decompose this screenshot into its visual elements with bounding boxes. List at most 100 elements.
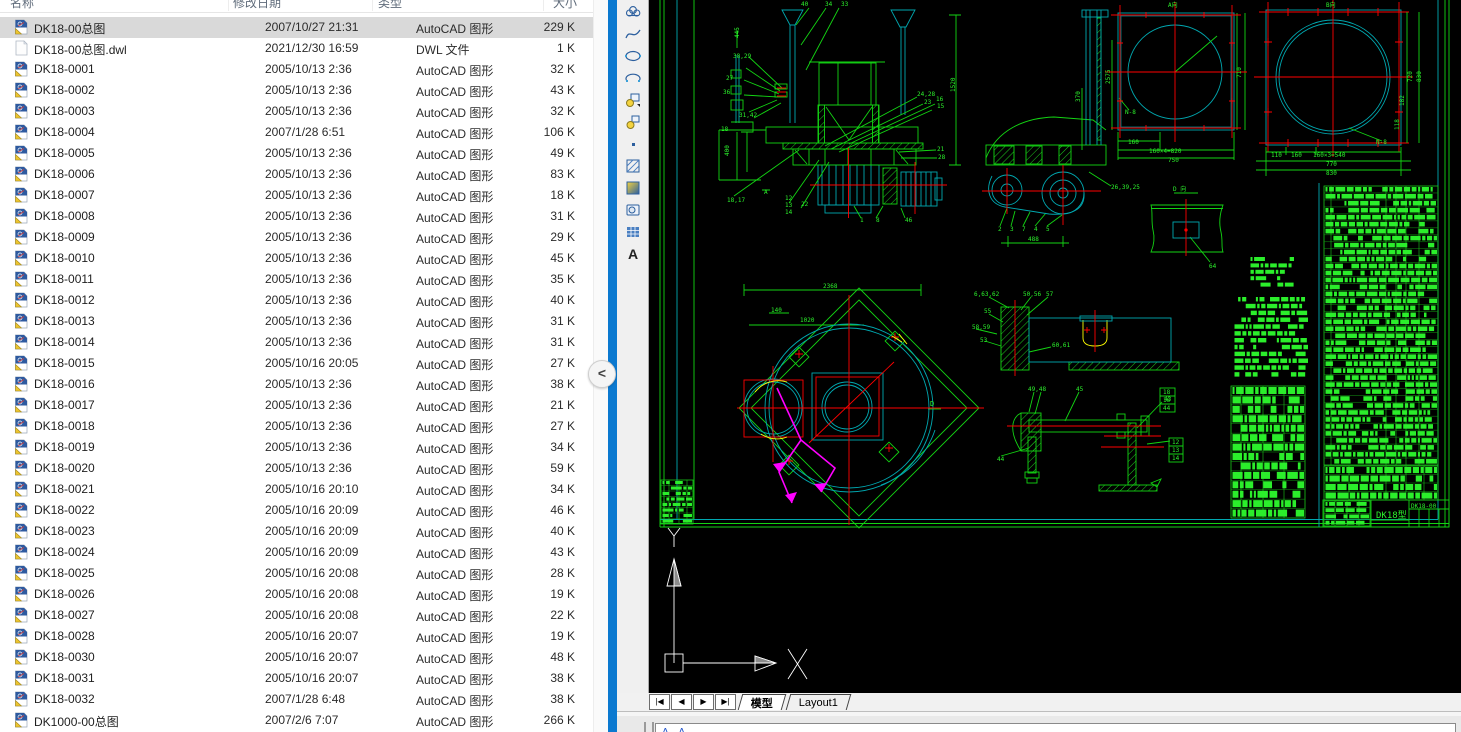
revision-cloud-button[interactable] — [620, 1, 646, 22]
file-row[interactable]: DK18-0018 2005/10/13 2:36 AutoCAD 图形 27 K — [0, 416, 593, 437]
file-date: 2005/10/13 2:36 — [265, 188, 352, 202]
ellipse-button[interactable] — [620, 45, 646, 66]
file-row[interactable]: DK18-0002 2005/10/13 2:36 AutoCAD 图形 43 K — [0, 80, 593, 101]
tab-nav-button-1[interactable]: ◀ — [671, 694, 692, 710]
shaft-detail — [1000, 387, 1184, 492]
svg-text:18,17: 18,17 — [727, 197, 745, 204]
file-name: DK18-0011 — [34, 272, 94, 286]
file-row[interactable]: DK18-0011 2005/10/13 2:36 AutoCAD 图形 35 K — [0, 269, 593, 290]
file-row[interactable]: DK18-0020 2005/10/13 2:36 AutoCAD 图形 59 K — [0, 458, 593, 479]
file-row[interactable]: DK18-0005 2005/10/13 2:36 AutoCAD 图形 49 K — [0, 143, 593, 164]
file-row[interactable]: DK18-0007 2005/10/13 2:36 AutoCAD 图形 18 K — [0, 185, 593, 206]
column-header-1[interactable]: 修改日期 — [233, 0, 281, 11]
file-row[interactable]: DK18-0012 2005/10/13 2:36 AutoCAD 图形 40 K — [0, 290, 593, 311]
file-row[interactable]: DK18-0027 2005/10/16 20:08 AutoCAD 图形 22 K — [0, 605, 593, 626]
file-icon — [13, 40, 29, 56]
file-name: DK18-0015 — [34, 356, 95, 370]
dwg-file-icon — [13, 166, 29, 182]
file-row[interactable]: DK18-0010 2005/10/13 2:36 AutoCAD 图形 45 K — [0, 248, 593, 269]
file-row[interactable]: DK18-0006 2005/10/13 2:36 AutoCAD 图形 83 K — [0, 164, 593, 185]
file-type: AutoCAD 图形 — [416, 64, 494, 78]
file-row[interactable]: DK18-0015 2005/10/16 20:05 AutoCAD 图形 27 K — [0, 353, 593, 374]
file-row[interactable]: DK18-0017 2005/10/13 2:36 AutoCAD 图形 21 K — [0, 395, 593, 416]
file-row[interactable]: DK18-0004 2007/1/28 6:51 AutoCAD 图形 106 K — [0, 122, 593, 143]
svg-text:14: 14 — [1172, 455, 1180, 462]
gradient-button[interactable] — [620, 177, 646, 198]
file-row[interactable]: DK18-0023 2005/10/16 20:09 AutoCAD 图形 40 K — [0, 521, 593, 542]
point-button[interactable] — [620, 133, 646, 154]
file-row[interactable]: DK18-0032 2007/1/28 6:48 AutoCAD 图形 38 K — [0, 689, 593, 710]
file-row[interactable]: DK18-0025 2005/10/16 20:08 AutoCAD 图形 28 K — [0, 563, 593, 584]
column-separator[interactable] — [228, 0, 229, 11]
tab-nav-button-2[interactable]: ▶ — [693, 694, 714, 710]
svg-text:22: 22 — [801, 201, 809, 208]
dwg-file-icon — [13, 82, 29, 98]
table-button[interactable] — [620, 221, 646, 242]
file-date: 2007/10/27 21:31 — [265, 20, 359, 34]
file-row[interactable]: DK18-0008 2005/10/13 2:36 AutoCAD 图形 31 K — [0, 206, 593, 227]
file-size: 40 K — [550, 293, 575, 307]
file-name: DK1000-00总图 — [34, 715, 119, 729]
insert-block-button[interactable] — [620, 89, 646, 110]
table-icon — [624, 223, 642, 241]
svg-text:64: 64 — [1209, 263, 1217, 270]
tab-layout1[interactable]: Layout1 — [785, 694, 852, 710]
file-name: DK18-0025 — [34, 566, 95, 580]
file-row[interactable]: DK18-0026 2005/10/16 20:08 AutoCAD 图形 19 K — [0, 584, 593, 605]
column-separator[interactable] — [543, 0, 544, 11]
file-row[interactable]: DK18-0028 2005/10/16 20:07 AutoCAD 图形 19 K — [0, 626, 593, 647]
file-date: 2005/10/13 2:36 — [265, 104, 352, 118]
drawing-canvas[interactable]: 40 34 33 445 1520 38,29 27 36 31,42 18 400 18,17 12 1… — [649, 0, 1461, 693]
svg-text:21: 21 — [937, 146, 945, 153]
file-size: 83 K — [550, 167, 575, 181]
command-input[interactable]: A A — [655, 723, 1456, 732]
file-row[interactable]: DK18-0013 2005/10/13 2:36 AutoCAD 图形 31 K — [0, 311, 593, 332]
dwg-file-icon — [13, 418, 29, 434]
file-size: 34 K — [550, 440, 575, 454]
file-row[interactable]: DK18-0019 2005/10/13 2:36 AutoCAD 图形 34 K — [0, 437, 593, 458]
file-date: 2005/10/16 20:08 — [265, 608, 359, 622]
file-date: 2005/10/16 20:08 — [265, 566, 359, 580]
file-row[interactable]: DK18-0030 2005/10/16 20:07 AutoCAD 图形 48 K — [0, 647, 593, 668]
region-icon — [624, 201, 642, 219]
file-name: DK18-0019 — [34, 440, 95, 454]
tab-nav-button-0[interactable]: |◀ — [649, 694, 670, 710]
column-header-3[interactable]: 大小 — [553, 0, 577, 11]
file-row[interactable]: DK18-0014 2005/10/13 2:36 AutoCAD 图形 31 K — [0, 332, 593, 353]
command-line-panel[interactable]: A A — [617, 716, 1461, 732]
make-block-button[interactable] — [620, 111, 646, 132]
column-separator[interactable] — [372, 0, 373, 11]
file-date: 2005/10/13 2:36 — [265, 251, 352, 265]
ellipse-arc-button[interactable] — [620, 67, 646, 88]
command-line-grip[interactable] — [644, 722, 654, 732]
column-header-0[interactable]: 名称 — [10, 0, 34, 11]
file-row[interactable]: DK1000-00总图 2007/2/6 7:07 AutoCAD 图形 266 K — [0, 710, 593, 731]
file-row[interactable]: DK18-0021 2005/10/16 20:10 AutoCAD 图形 34 K — [0, 479, 593, 500]
file-row[interactable]: DK18-0001 2005/10/13 2:36 AutoCAD 图形 32 K — [0, 59, 593, 80]
region-button[interactable] — [620, 199, 646, 220]
file-row[interactable]: DK18-0022 2005/10/16 20:09 AutoCAD 图形 46 K — [0, 500, 593, 521]
svg-text:D: D — [930, 400, 934, 408]
column-header-2[interactable]: 类型 — [378, 0, 402, 11]
file-row[interactable]: DK18-0024 2005/10/16 20:09 AutoCAD 图形 43 K — [0, 542, 593, 563]
file-row[interactable]: DK18-0009 2005/10/13 2:36 AutoCAD 图形 29 K — [0, 227, 593, 248]
file-type: AutoCAD 图形 — [416, 610, 494, 624]
tab-nav-buttons: |◀ ◀ ▶ ▶| — [648, 694, 736, 710]
hatch-button[interactable] — [620, 155, 646, 176]
file-type: AutoCAD 图形 — [416, 400, 494, 414]
tab-nav-button-3[interactable]: ▶| — [715, 694, 736, 710]
tab-model[interactable]: 模型 — [737, 694, 787, 710]
spline-button[interactable] — [620, 23, 646, 44]
svg-text:26,39,25: 26,39,25 — [1111, 184, 1140, 191]
column-header-row[interactable]: 名称 修改日期 类型 大小 — [0, 0, 593, 13]
file-row[interactable]: DK18-0031 2005/10/16 20:07 AutoCAD 图形 38 K — [0, 668, 593, 689]
file-row[interactable]: DK18-00总图.dwl 2021/12/30 16:59 DWL 文件 1 K — [0, 38, 593, 59]
multiline-text-button[interactable] — [620, 243, 646, 264]
file-row[interactable]: DK18-00总图 2007/10/27 21:31 AutoCAD 图形 229 K — [0, 17, 593, 38]
collapse-panel-button[interactable]: < — [588, 360, 616, 388]
file-row[interactable]: DK18-0003 2005/10/13 2:36 AutoCAD 图形 32 K — [0, 101, 593, 122]
svg-text:1520: 1520 — [950, 77, 957, 92]
file-row[interactable]: DK18-0016 2005/10/13 2:36 AutoCAD 图形 38 K — [0, 374, 593, 395]
file-name: DK18-0031 — [34, 671, 95, 685]
file-date: 2005/10/13 2:36 — [265, 146, 352, 160]
